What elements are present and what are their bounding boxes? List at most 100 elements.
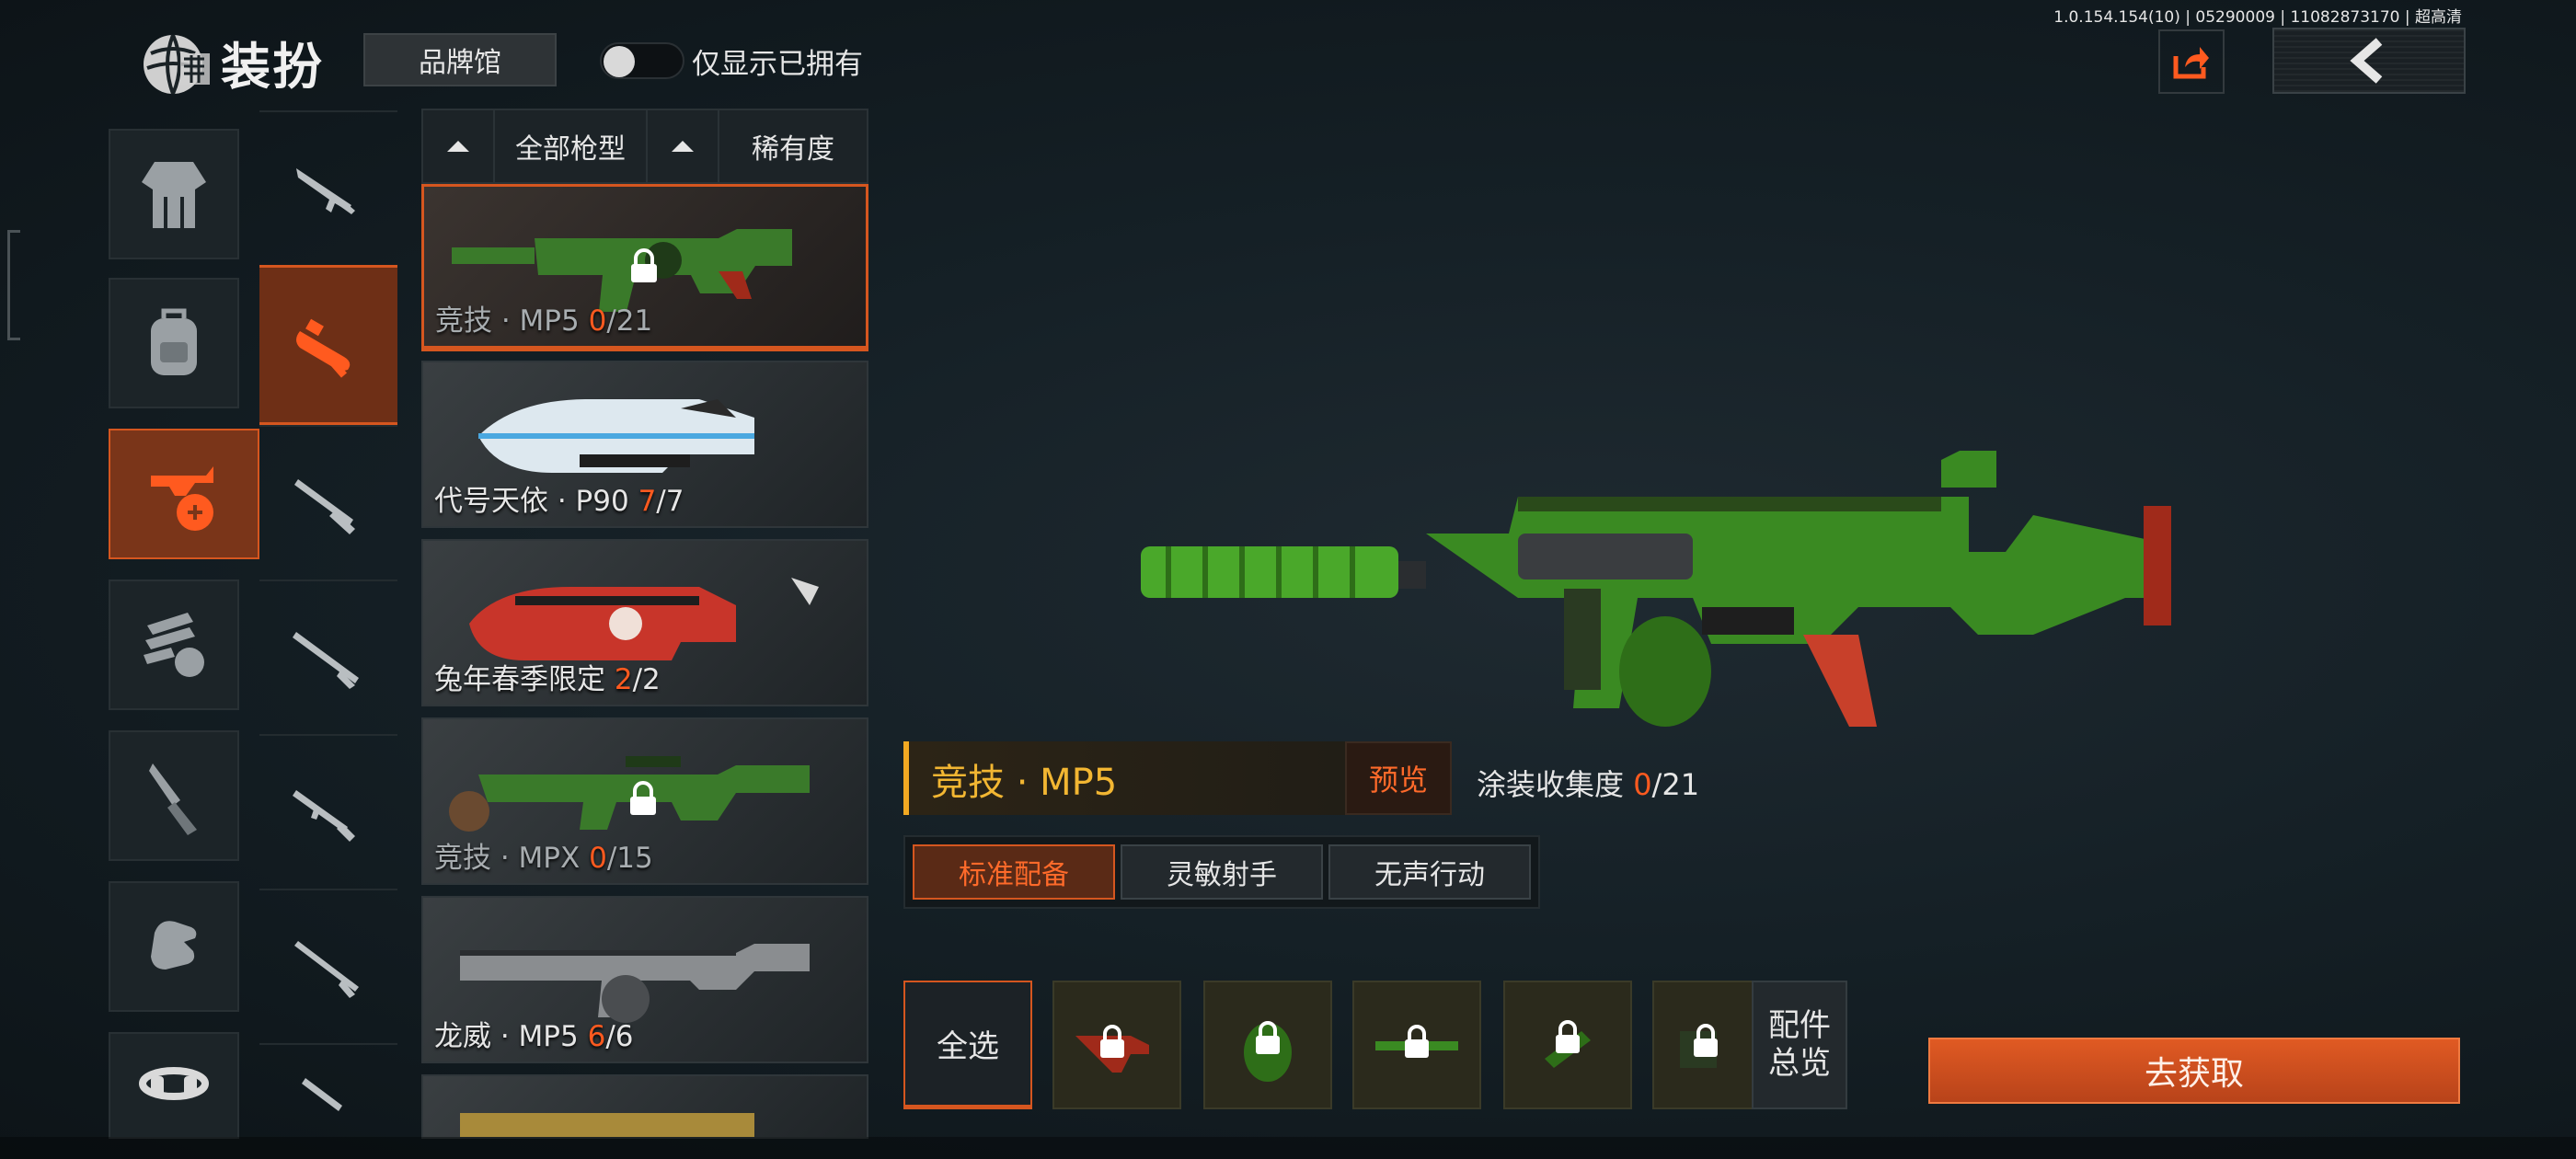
- glove-icon: [151, 921, 197, 970]
- owned-only-label: 仅显示已拥有: [692, 48, 863, 81]
- lock-icon: [1100, 1039, 1124, 1058]
- skin-count-current: 0: [589, 842, 607, 875]
- chevron-up-icon: [447, 141, 469, 152]
- skin-card-partial[interactable]: [421, 1074, 868, 1139]
- skin-count-total: /21: [606, 304, 653, 338]
- category-backpack[interactable]: [109, 278, 239, 408]
- category-glove[interactable]: [109, 881, 239, 1012]
- skin-count-total: /2: [632, 663, 661, 696]
- tab-agile-shooter[interactable]: 灵敏射手: [1121, 844, 1323, 900]
- stock-attachment-icon: [1075, 1025, 1149, 1073]
- weapon-type-sniper[interactable]: [259, 580, 397, 732]
- skin-card[interactable]: 代号天依 · P90 7/7: [421, 361, 868, 528]
- category-knife[interactable]: [109, 730, 239, 861]
- skin-name: 竞技 · MPX 0/15: [434, 842, 653, 875]
- back-button[interactable]: [2272, 28, 2466, 94]
- attachment-slot[interactable]: [1052, 981, 1181, 1109]
- weapon-preview-model[interactable]: [1132, 432, 2236, 763]
- sort-all-types[interactable]: 全部枪型: [495, 110, 648, 182]
- skin-name: 竞技 · MP5 0/21: [435, 304, 653, 338]
- share-icon: [2173, 47, 2209, 79]
- pistol-icon: [302, 1078, 342, 1111]
- version-info: 1.0.154.154(10) | 05290009 | 11082873170…: [2053, 8, 2462, 27]
- category-weapon-skin[interactable]: [109, 429, 259, 559]
- skin-count-current: 6: [587, 1020, 606, 1053]
- headset-icon: [139, 1067, 209, 1100]
- scope-attachment-icon: [1680, 1024, 1718, 1068]
- skin-name: 龙威 · MP5 6/6: [434, 1020, 634, 1053]
- page-title: 装扮: [221, 38, 324, 96]
- collection-total: /21: [1651, 767, 1700, 802]
- toggle-knob: [604, 46, 635, 77]
- lock-icon: [631, 248, 657, 282]
- weapon-thumbnail: [460, 1113, 754, 1137]
- weapon-type-smg[interactable]: [259, 265, 397, 425]
- tab-silent-action[interactable]: 无声行动: [1328, 844, 1531, 900]
- backpack-icon: [151, 308, 197, 375]
- acquire-button[interactable]: 去获取: [1928, 1038, 2460, 1104]
- lock-icon: [1256, 1036, 1280, 1054]
- brand-hall-button[interactable]: 品牌馆: [363, 33, 557, 86]
- weapon-type-bolt-rifle[interactable]: [259, 889, 397, 1041]
- category-parachute[interactable]: [109, 580, 239, 710]
- chevron-left-icon: [2350, 38, 2383, 84]
- lock-icon: [1405, 1039, 1429, 1058]
- skin-count-total: /6: [605, 1020, 634, 1053]
- collection-current: 0: [1633, 767, 1652, 802]
- category-outfit[interactable]: [109, 129, 239, 259]
- sort-rarity[interactable]: 稀有度: [719, 110, 867, 182]
- sniper-rifle-icon: [293, 632, 359, 689]
- sort-rarity-toggle[interactable]: [648, 110, 719, 182]
- bottom-strip: [0, 1137, 2576, 1159]
- globe-icon: [138, 26, 213, 101]
- skin-card[interactable]: 兔年春季限定 2/2: [421, 539, 868, 706]
- skin-name: 代号天依 · P90 7/7: [434, 485, 684, 518]
- attachment-slot[interactable]: [1503, 981, 1632, 1109]
- magazine-attachment-icon: [1244, 1021, 1292, 1082]
- weapon-type-pistol[interactable]: [259, 1043, 397, 1139]
- skin-count-current: 7: [638, 485, 657, 518]
- weapon-type-shotgun[interactable]: [259, 425, 397, 578]
- weapon-type-rifle[interactable]: [259, 734, 397, 887]
- skin-count-current: 2: [614, 663, 633, 696]
- sort-type-toggle[interactable]: [423, 110, 495, 182]
- sort-header: 全部枪型 稀有度: [421, 109, 868, 184]
- rifle-icon: [293, 790, 355, 842]
- grip-attachment-icon: [1545, 1020, 1591, 1068]
- loadout-tabs: 标准配备 灵敏射手 无声行动: [903, 835, 1540, 909]
- skin-card[interactable]: 竞技 · MP5 0/21: [421, 184, 868, 351]
- knife-icon: [149, 763, 197, 835]
- preview-button[interactable]: 预览: [1345, 741, 1452, 815]
- owned-only-toggle[interactable]: [600, 42, 684, 79]
- shotgun-icon: [294, 479, 355, 534]
- skin-count-total: /15: [606, 842, 653, 875]
- attachment-slot[interactable]: [1652, 981, 1754, 1109]
- share-button[interactable]: [2158, 29, 2225, 94]
- parachute-icon: [144, 613, 204, 677]
- lock-icon: [1694, 1039, 1718, 1057]
- weapon-skin-icon: [151, 466, 213, 531]
- lock-icon: [1556, 1035, 1580, 1053]
- skin-count-current: 0: [588, 304, 607, 338]
- outfit-icon: [142, 162, 206, 228]
- attachments-overview-button[interactable]: 配件 总览: [1752, 981, 1847, 1109]
- collection-progress: 涂装收集度 0/21: [1477, 767, 1700, 802]
- barrel-attachment-icon: [1375, 1025, 1458, 1058]
- weapon-name: 竞技 · MP5: [931, 762, 1118, 804]
- skin-card[interactable]: 龙威 · MP5 6/6: [421, 896, 868, 1063]
- assault-rifle-icon: [296, 168, 355, 214]
- tab-standard-loadout[interactable]: 标准配备: [913, 844, 1115, 900]
- skin-card[interactable]: 竞技 · MPX 0/15: [421, 717, 868, 885]
- skin-count-total: /7: [656, 485, 684, 518]
- attachment-slot[interactable]: [1203, 981, 1332, 1109]
- bolt-rifle-icon: [294, 941, 359, 998]
- weapon-type-assault-rifle[interactable]: [259, 110, 397, 263]
- attachment-slot[interactable]: [1352, 981, 1481, 1109]
- lock-icon: [630, 781, 656, 815]
- select-all-button[interactable]: 全选: [903, 981, 1032, 1109]
- category-headset[interactable]: [109, 1032, 239, 1139]
- smg-icon: [296, 318, 351, 378]
- side-bracket: [7, 230, 20, 340]
- chevron-up-icon: [672, 141, 694, 152]
- skin-name: 兔年春季限定 2/2: [434, 663, 661, 696]
